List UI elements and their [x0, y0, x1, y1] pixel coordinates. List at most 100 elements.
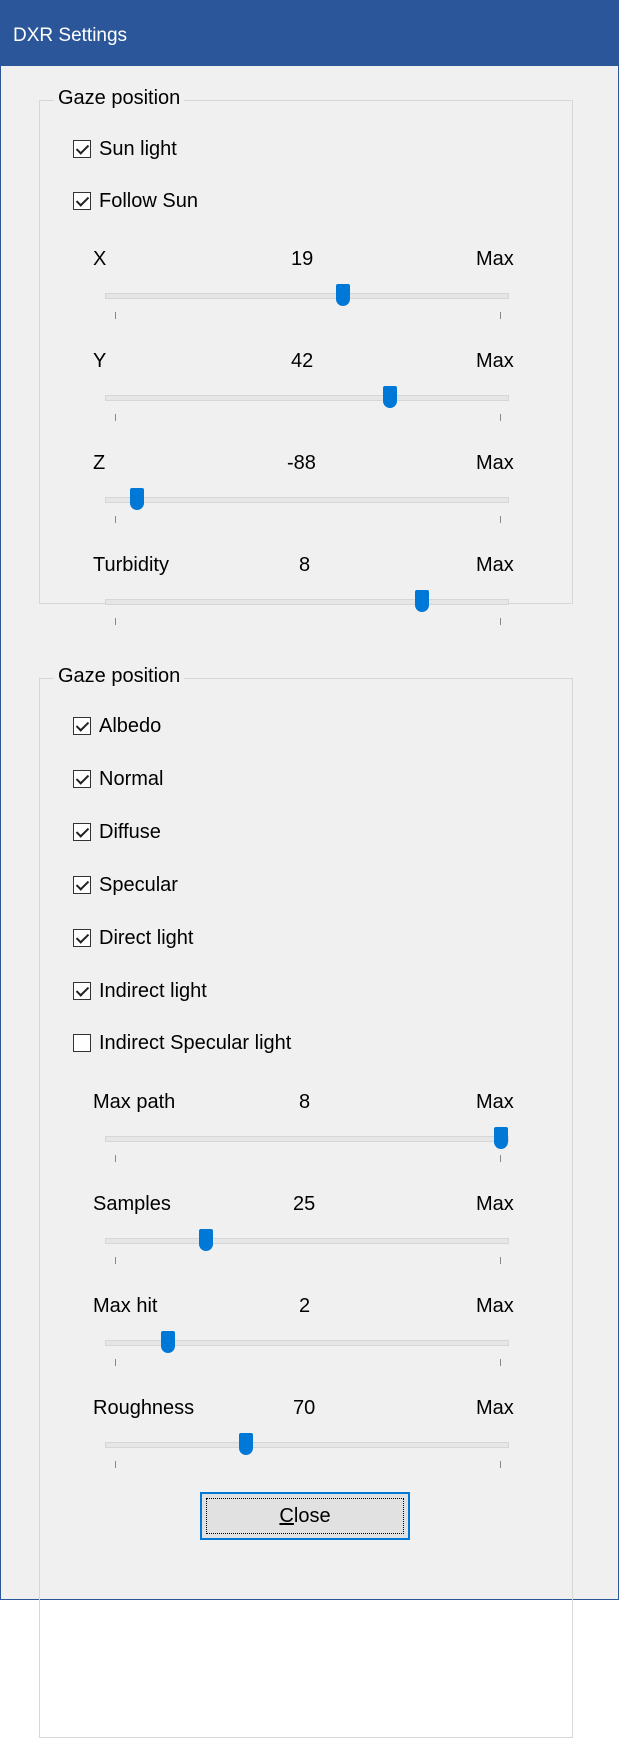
slider-thumb[interactable] — [239, 1433, 254, 1455]
x-slider[interactable] — [105, 282, 509, 322]
slider-track — [105, 497, 509, 503]
check-mark-icon — [75, 983, 90, 997]
slider-thumb[interactable] — [382, 386, 397, 408]
check-mark-icon — [75, 141, 90, 155]
slider-max-tick — [500, 1257, 501, 1264]
slider-thumb[interactable] — [199, 1229, 213, 1251]
checkbox-label: Normal — [99, 767, 164, 790]
roughness-label: Roughness — [93, 1397, 195, 1419]
slider-min-tick — [115, 312, 116, 319]
max-hit-value: 2 — [299, 1295, 311, 1317]
samples-max-label: Max — [476, 1193, 514, 1215]
window-title: DXR Settings — [13, 25, 128, 46]
check-mark-icon — [75, 771, 90, 785]
normal-checkbox[interactable]: Normal — [73, 764, 163, 794]
checkbox-box — [73, 1034, 91, 1052]
indirect-light-checkbox[interactable]: Indirect light — [73, 976, 207, 1006]
max-path-label: Max path — [93, 1091, 176, 1113]
checkbox-label: Diffuse — [99, 820, 161, 843]
close-button-label-rest: lose — [293, 1504, 331, 1527]
checkbox-box — [73, 876, 91, 894]
samples-label: Samples — [93, 1193, 171, 1215]
slider-thumb[interactable] — [415, 590, 430, 612]
roughness-slider[interactable] — [105, 1431, 509, 1471]
slider-max-tick — [500, 312, 501, 319]
slider-min-tick — [115, 516, 116, 523]
roughness-value: 70 — [293, 1397, 316, 1419]
max-path-slider[interactable] — [105, 1125, 509, 1165]
max-hit-label: Max hit — [93, 1295, 158, 1317]
slider-min-tick — [115, 1257, 116, 1264]
roughness-max-label: Max — [476, 1397, 514, 1419]
slider-min-tick — [115, 618, 116, 625]
turbidity-max-label: Max — [476, 554, 514, 576]
slider-max-tick — [500, 414, 501, 421]
checkbox-label: Follow Sun — [99, 189, 198, 212]
checkbox-label: Indirect light — [99, 979, 207, 1002]
turbidity-value: 8 — [299, 554, 311, 576]
y-max-label: Max — [476, 350, 514, 372]
max-hit-slider[interactable] — [105, 1329, 509, 1369]
check-mark-icon — [75, 824, 90, 838]
z-label: Z — [93, 452, 106, 474]
check-mark-icon — [75, 193, 90, 207]
slider-track — [105, 293, 509, 299]
z-slider[interactable] — [105, 486, 509, 526]
max-hit-max-label: Max — [476, 1295, 514, 1317]
check-mark-icon — [75, 877, 90, 891]
direct-light-checkbox[interactable]: Direct light — [73, 923, 193, 953]
slider-track — [105, 1442, 509, 1448]
y-label: Y — [93, 350, 107, 372]
slider-max-tick — [500, 1359, 501, 1366]
slider-min-tick — [115, 1155, 116, 1162]
title-bar[interactable]: DXR Settings — [1, 0, 619, 66]
checkbox-label: Albedo — [99, 714, 162, 737]
albedo-checkbox[interactable]: Albedo — [73, 711, 161, 741]
slider-min-tick — [115, 1461, 116, 1468]
checkbox-box — [73, 140, 91, 158]
checkbox-box — [73, 823, 91, 841]
close-button[interactable]: Close — [200, 1492, 410, 1540]
samples-slider[interactable] — [105, 1227, 509, 1267]
close-button-accelerator: C — [279, 1504, 294, 1527]
checkbox-box — [73, 929, 91, 947]
x-value: 19 — [291, 248, 314, 270]
slider-track — [105, 395, 509, 401]
diffuse-checkbox[interactable]: Diffuse — [73, 817, 161, 847]
slider-max-tick — [500, 618, 501, 625]
checkbox-box — [73, 982, 91, 1000]
slider-max-tick — [500, 516, 501, 523]
z-max-label: Max — [476, 452, 514, 474]
checkbox-label: Indirect Specular light — [99, 1031, 292, 1054]
check-mark-icon — [75, 718, 90, 732]
checkbox-box — [73, 770, 91, 788]
max-path-max-label: Max — [476, 1091, 514, 1113]
slider-min-tick — [115, 1359, 116, 1366]
slider-thumb[interactable] — [130, 488, 145, 510]
slider-thumb[interactable] — [336, 284, 351, 306]
z-value: -88 — [287, 452, 316, 474]
slider-max-tick — [500, 1461, 501, 1468]
slider-max-tick — [500, 1155, 501, 1162]
slider-track — [105, 1238, 509, 1244]
slider-thumb[interactable] — [493, 1127, 508, 1149]
slider-min-tick — [115, 414, 116, 421]
y-slider[interactable] — [105, 384, 509, 424]
checkbox-box — [73, 717, 91, 735]
follow-sun-checkbox[interactable]: Follow Sun — [73, 186, 198, 216]
slider-thumb[interactable] — [160, 1331, 175, 1353]
max-path-value: 8 — [299, 1091, 311, 1113]
group-legend: Gaze position — [54, 87, 185, 110]
samples-value: 25 — [293, 1193, 316, 1215]
x-label: X — [93, 248, 107, 270]
turbidity-slider[interactable] — [105, 588, 509, 628]
checkbox-label: Sun light — [99, 137, 177, 160]
sun-light-checkbox[interactable]: Sun light — [73, 134, 177, 164]
indirect-specular-light-checkbox[interactable]: Indirect Specular light — [73, 1028, 291, 1058]
checkbox-label: Direct light — [99, 926, 194, 949]
specular-checkbox[interactable]: Specular — [73, 870, 178, 900]
y-value: 42 — [291, 350, 314, 372]
dxr-settings-window: DXR Settings Gaze position Sun light Fol… — [0, 0, 619, 1738]
check-mark-icon — [75, 930, 90, 944]
checkbox-box — [73, 192, 91, 210]
